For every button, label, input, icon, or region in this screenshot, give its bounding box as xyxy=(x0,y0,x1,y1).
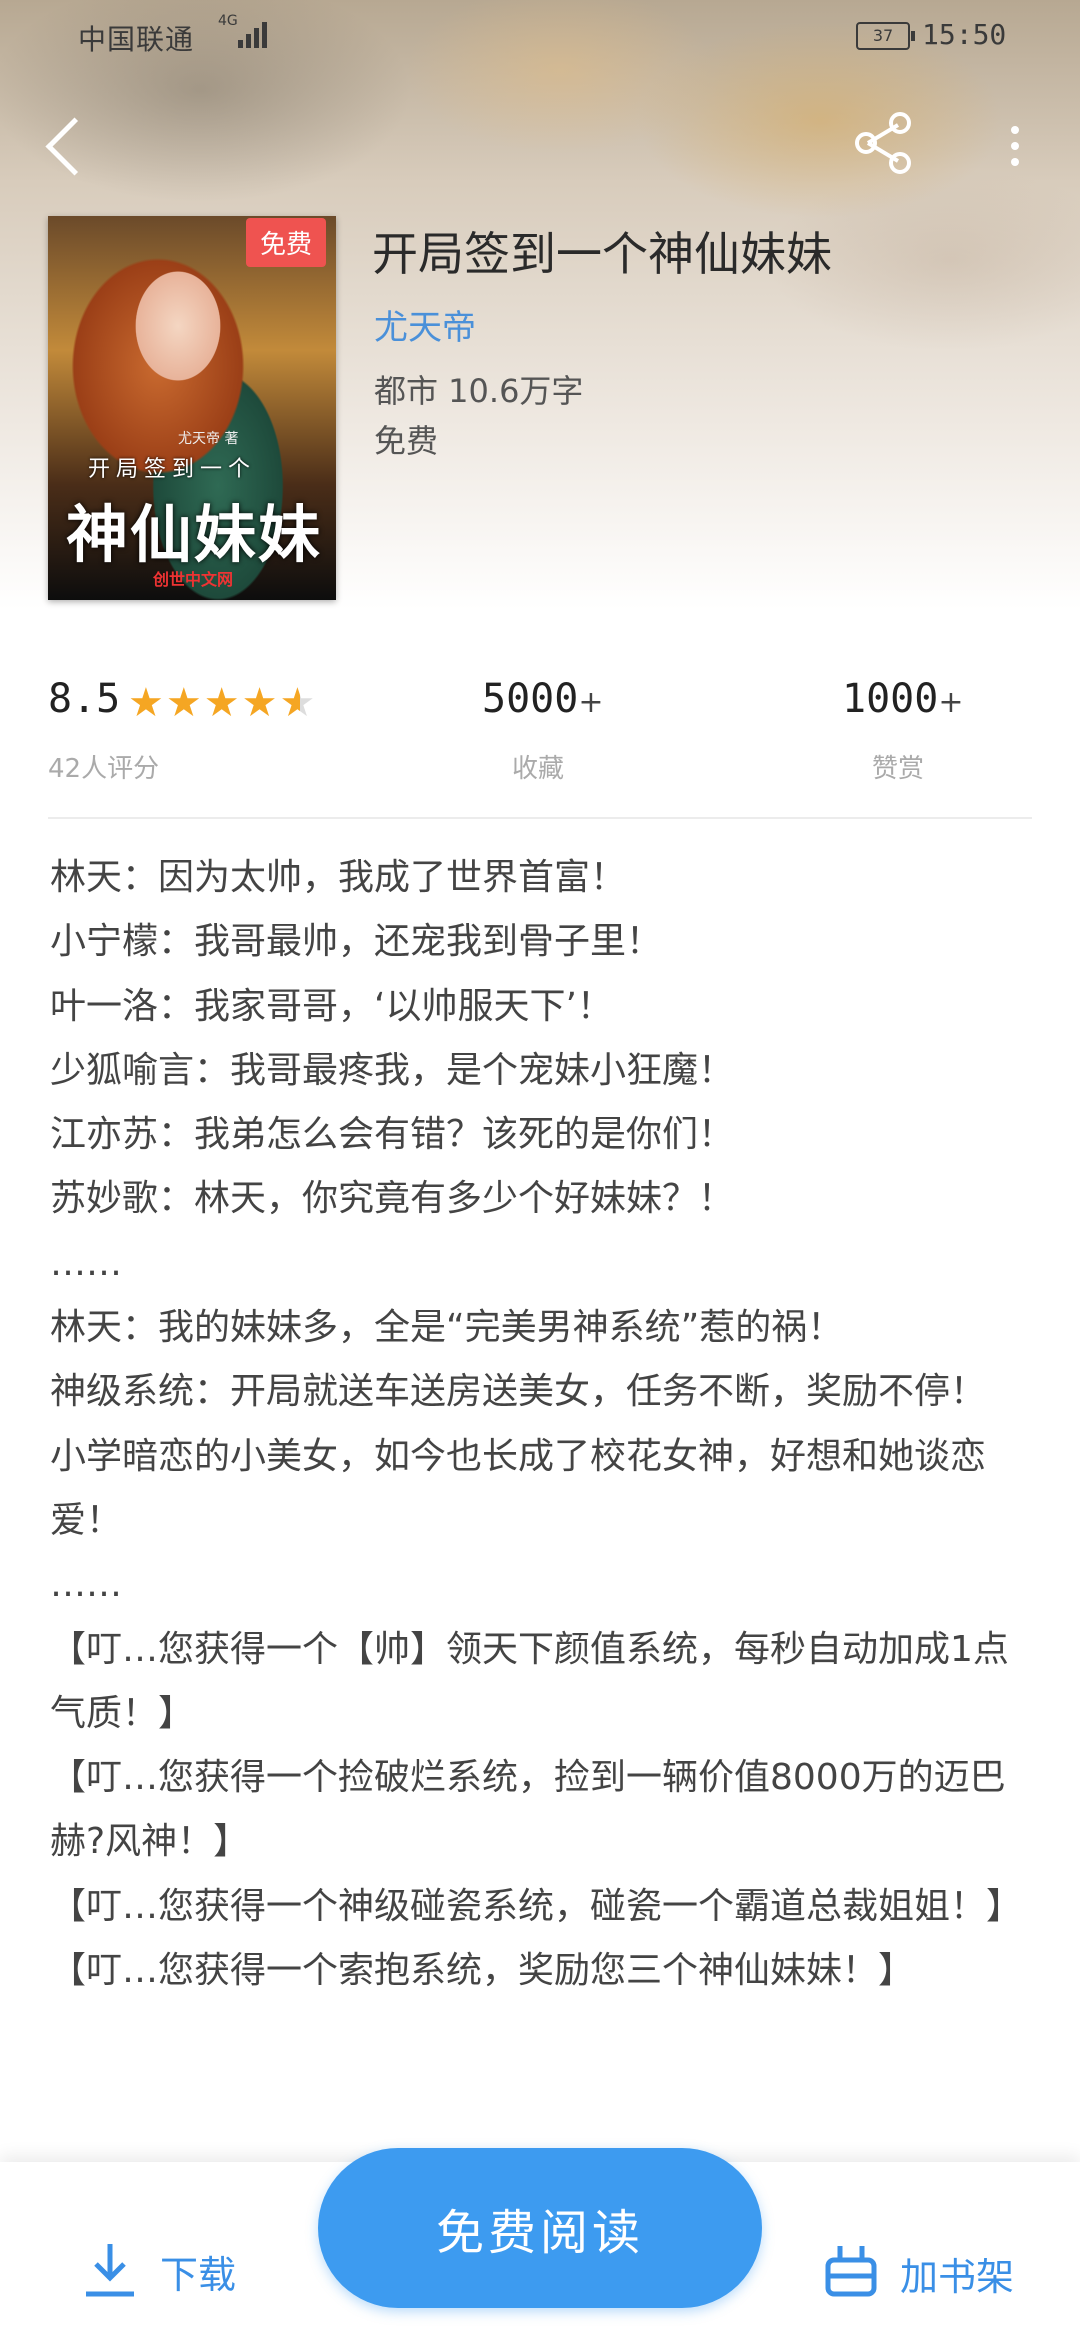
intro-line: 【叮…您获得一个捡破烂系统，捡到一辆价值8000万的迈巴赫?风神！】 xyxy=(50,1757,1006,1863)
intro-line: 【叮…您获得一个【帅】领天下颜值系统，每秒自动加成1点气质！】 xyxy=(50,1628,1009,1734)
intro-line: 【叮…您获得一个索抱系统，奖励您三个神仙妹妹！】 xyxy=(50,1950,915,1992)
rewards-value: 1000 xyxy=(842,676,939,722)
intro-line: 江亦苏：我弟怎么会有错？该死的是你们！ xyxy=(50,1114,735,1156)
rewards-label: 赞赏 xyxy=(872,754,925,784)
download-button[interactable]: 下载 xyxy=(160,2244,236,2299)
share-icon[interactable] xyxy=(850,110,916,176)
star-icon: ★ xyxy=(241,680,280,726)
book-introduction: 林天：因为太帅，我成了世界首富！ 小宁檬：我哥最帅，还宠我到骨子里！ 叶一洛：我… xyxy=(50,846,1034,2003)
intro-line: 叶一洛：我家哥哥，‘以帅服天下’！ xyxy=(50,985,613,1027)
intro-line: 小宁檬：我哥最帅，还宠我到骨子里！ xyxy=(50,921,663,963)
book-category-wordcount: 都市 10.6万字 xyxy=(374,372,584,410)
rating-count-label: 42人评分 xyxy=(48,754,160,784)
intro-line: …… xyxy=(50,1564,122,1606)
star-icon: ★ xyxy=(128,680,166,726)
cover-subtitle: 开局签到一个 xyxy=(88,457,257,482)
rating-value: 8.5 xyxy=(48,676,121,722)
star-icon: ★ xyxy=(165,680,204,726)
intro-line: 林天：因为太帅，我成了世界首富！ xyxy=(50,857,627,898)
rewards-stat: 1000+ xyxy=(842,676,963,722)
more-options-icon[interactable] xyxy=(1000,110,1030,176)
book-author-link[interactable]: 尤天帝 xyxy=(374,300,476,349)
intro-line: 【叮…您获得一个神级碰瓷系统，碰瓷一个霸道总裁姐姐！】 xyxy=(50,1885,1023,1927)
network-type: 4G xyxy=(218,13,238,29)
status-time: 15:50 xyxy=(922,18,1007,51)
download-icon[interactable] xyxy=(82,2240,138,2300)
signal-icon xyxy=(238,20,272,48)
book-price: 免费 xyxy=(374,422,439,460)
favorites-plus: + xyxy=(578,685,604,720)
favorites-stat: 5000+ xyxy=(482,676,603,722)
battery-icon: 37 xyxy=(856,22,915,50)
rewards-plus: + xyxy=(938,685,964,720)
cover-publisher: 创世中文网 xyxy=(153,570,234,589)
intro-line: 苏妙歌：林天，你究竟有多少个好妹妹？！ xyxy=(50,1178,735,1220)
add-to-shelf-button[interactable]: 加书架 xyxy=(900,2246,1014,2301)
intro-line: …… xyxy=(50,1242,122,1284)
intro-line: 小学暗恋的小美女，如今也长成了校花女神，好想和她谈恋爱！ xyxy=(50,1435,987,1541)
free-tag: 免费 xyxy=(245,218,326,267)
cover-title: 神仙妹妹 xyxy=(66,498,323,571)
back-icon[interactable] xyxy=(40,112,90,178)
favorites-label: 收藏 xyxy=(512,754,565,784)
half-star-icon: ★ xyxy=(279,680,318,726)
book-title: 开局签到一个神仙妹妹 xyxy=(372,227,832,281)
add-to-shelf-icon[interactable] xyxy=(822,2242,880,2300)
cover-author: 尤天帝 著 xyxy=(178,431,239,447)
intro-line: 林天：我的妹妹多，全是“完美男神系统”惹的祸！ xyxy=(50,1307,844,1349)
book-cover: 免费 尤天帝 著 开局签到一个 神仙妹妹 创世中文网 xyxy=(48,216,336,600)
divider xyxy=(48,817,1032,819)
free-read-button[interactable]: 免费阅读 xyxy=(318,2148,762,2308)
favorites-value: 5000 xyxy=(482,676,579,722)
rating-stars: ★★★★★ xyxy=(128,680,317,726)
carrier-name: 中国联通 xyxy=(78,23,195,56)
intro-line: 少狐喻言：我哥最疼我，是个宠妹小狂魔！ xyxy=(50,1049,735,1091)
bottom-action-bar: 下载 免费阅读 加书架 xyxy=(0,2148,1080,2340)
intro-line: 神级系统：开局就送车送房送美女，任务不断，奖励不停！ xyxy=(50,1371,987,1413)
status-bar: 中国联通 4G 37 15:50 xyxy=(0,0,1080,72)
star-icon: ★ xyxy=(203,680,242,726)
